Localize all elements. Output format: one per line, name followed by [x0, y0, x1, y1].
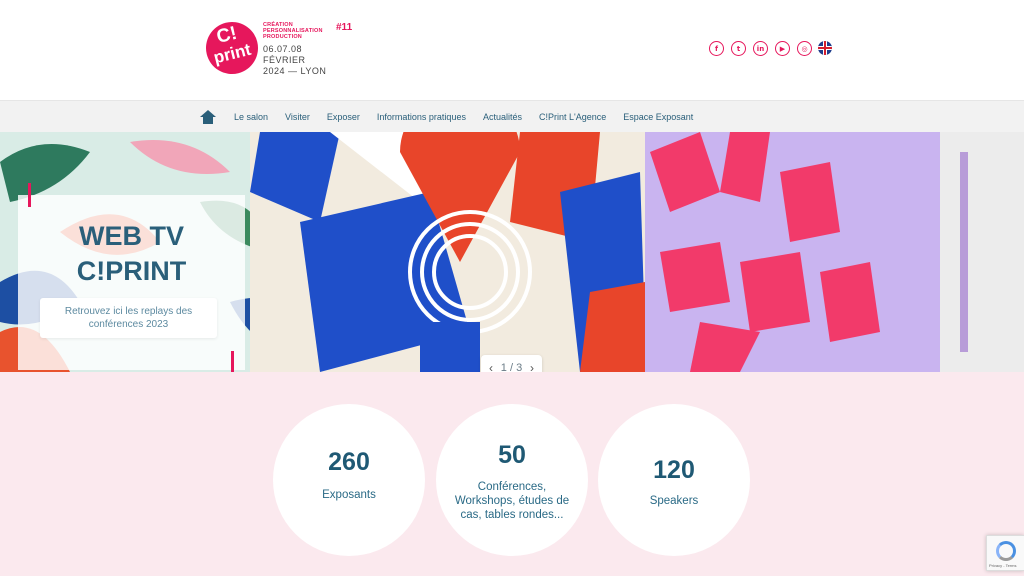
logo-tagline: CRÉATION PERSONNALISATION PRODUCTION [263, 22, 323, 40]
slider-pager: ‹ 1 / 3 › [481, 355, 542, 372]
next-slide-icon[interactable]: › [530, 361, 534, 372]
stat-value: 50 [498, 441, 526, 469]
stat-label: Exposants [322, 489, 376, 501]
nav-item-visiter[interactable]: Visiter [285, 112, 310, 122]
stat-label: Speakers [649, 495, 699, 507]
cprint-logo[interactable]: C! print CRÉATION PERSONNALISATION PRODU… [200, 16, 356, 80]
slide-counter: 1 / 3 [500, 362, 523, 372]
recaptcha-badge[interactable]: Privacy - Terms [986, 535, 1024, 571]
nav-item-agence[interactable]: C!Print L'Agence [539, 112, 606, 122]
twitter-icon[interactable]: t [731, 41, 746, 56]
prev-slide-icon[interactable]: ‹ [489, 361, 493, 372]
site-header: C! print CRÉATION PERSONNALISATION PRODU… [0, 0, 1024, 100]
event-dates: 06.07.08 FÉVRIER 2024 — LYON [263, 44, 363, 77]
stat-speakers: 120 Speakers [598, 404, 750, 556]
nav-item-espace-exposant[interactable]: Espace Exposant [623, 112, 693, 122]
dates-line3: 2024 — LYON [263, 66, 327, 76]
linkedin-icon[interactable]: in [753, 41, 768, 56]
card-accent-top [28, 183, 31, 207]
recaptcha-text: Privacy - Terms [989, 563, 1017, 568]
stat-exposants: 260 Exposants [273, 404, 425, 556]
instagram-icon[interactable]: ◎ [797, 41, 812, 56]
nav-item-informations-pratiques[interactable]: Informations pratiques [377, 112, 466, 122]
card-accent-bottom [231, 351, 234, 372]
replays-button[interactable]: Retrouvez ici les replays des conférence… [40, 298, 217, 338]
logo-edition: #11 [336, 22, 353, 33]
logo-badge: C! print [200, 16, 264, 80]
nav-item-actualites[interactable]: Actualités [483, 112, 522, 122]
hero-card: WEB TV C!PRINT Retrouvez ici les replays… [18, 183, 245, 372]
dates-line2: FÉVRIER [263, 55, 306, 65]
stat-value: 120 [653, 456, 695, 484]
youtube-icon[interactable]: ▶ [775, 41, 790, 56]
social-links: f t in ▶ ◎ [709, 41, 832, 56]
hero-slider: WEB TV C!PRINT Retrouvez ici les replays… [0, 132, 1024, 372]
hero-title-line2: C!PRINT [76, 256, 187, 286]
stat-value: 260 [328, 448, 370, 476]
uk-flag-icon[interactable] [818, 41, 832, 55]
stat-conferences: 50 Conférences, Workshops, études de cas… [436, 404, 588, 556]
nav-item-exposer[interactable]: Exposer [327, 112, 360, 122]
recaptcha-icon [996, 541, 1016, 561]
hero-title-line1: WEB TV [79, 221, 184, 251]
main-nav: Le salon Visiter Exposer Informations pr… [0, 100, 1024, 132]
home-icon[interactable] [200, 110, 216, 124]
hero-title: WEB TV C!PRINT [18, 219, 245, 289]
facebook-icon[interactable]: f [709, 41, 724, 56]
dates-line1: 06.07.08 [263, 44, 303, 54]
nav-item-le-salon[interactable]: Le salon [234, 112, 268, 122]
stat-label: Conférences, Workshops, études de cas, t… [454, 481, 570, 521]
